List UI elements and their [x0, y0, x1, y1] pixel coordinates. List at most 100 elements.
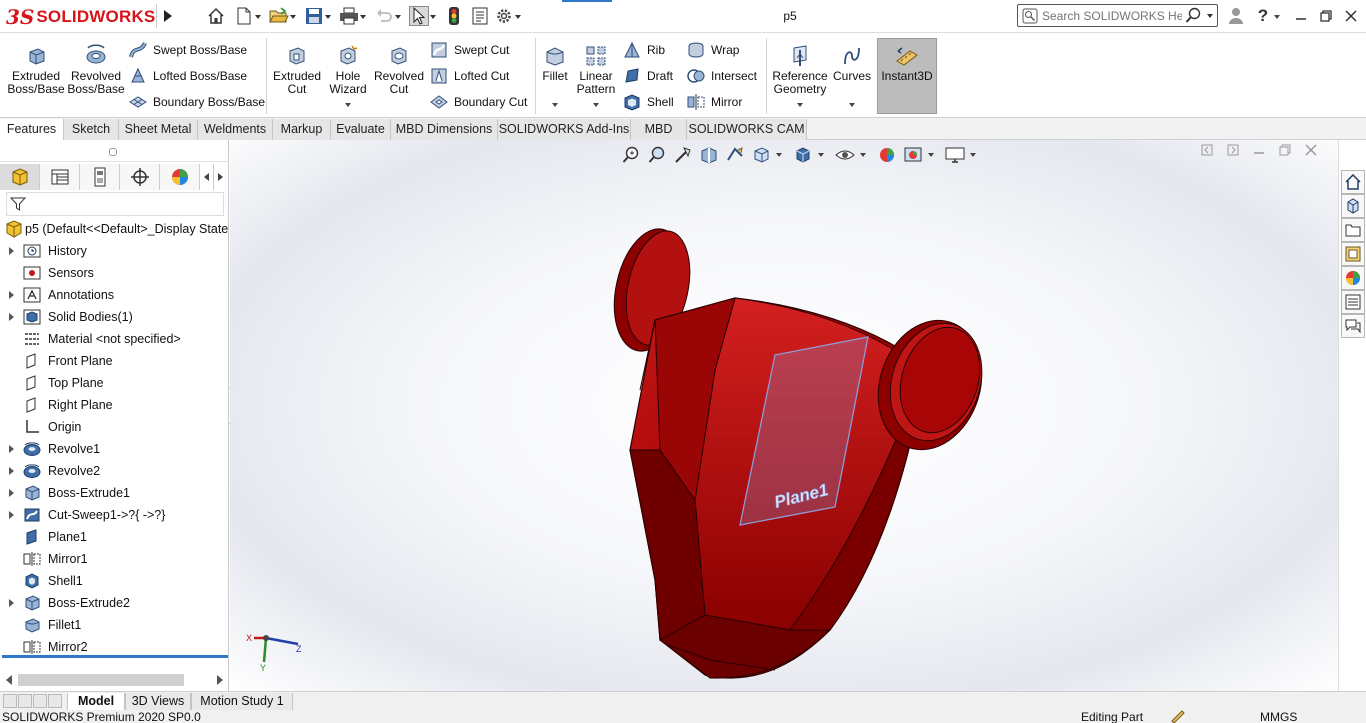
- edit-appearance-icon[interactable]: [876, 144, 898, 166]
- property-manager-tab-icon[interactable]: [40, 164, 80, 190]
- extruded-boss-button[interactable]: Extruded Boss/Base: [7, 44, 65, 96]
- swept-boss-button[interactable]: Swept Boss/Base: [128, 39, 247, 61]
- viewport-close-icon[interactable]: [1298, 140, 1324, 160]
- tab-sheet-metal[interactable]: Sheet Metal: [119, 119, 198, 140]
- tile-right-icon[interactable]: [1220, 140, 1246, 160]
- mirror-button[interactable]: Mirror: [686, 91, 742, 113]
- undo-dropdown[interactable]: [394, 6, 403, 26]
- tree-node[interactable]: Solid Bodies(1): [0, 306, 229, 328]
- expand-arrow-icon[interactable]: [0, 438, 22, 460]
- rib-button[interactable]: Rib: [622, 39, 665, 61]
- tree-node[interactable]: History: [0, 240, 229, 262]
- tree-node[interactable]: Boss-Extrude1: [0, 482, 229, 504]
- tree-node[interactable]: Fillet1: [0, 614, 229, 636]
- help-button[interactable]: ?: [1252, 6, 1274, 26]
- tree-node[interactable]: Annotations: [0, 284, 229, 306]
- apply-scene-icon[interactable]: [902, 144, 924, 166]
- tree-root[interactable]: p5 (Default<<Default>_Display State: [0, 218, 229, 240]
- view-settings-dropdown[interactable]: [970, 153, 976, 157]
- units-text[interactable]: MMGS: [1260, 710, 1297, 723]
- next-tab-arrow[interactable]: [33, 694, 47, 708]
- tree-node[interactable]: Sensors: [0, 262, 229, 284]
- instant3d-button[interactable]: Instant3D: [877, 38, 937, 114]
- expand-arrow-icon[interactable]: [0, 482, 22, 504]
- hole-wizard-button[interactable]: Hole Wizard: [326, 44, 370, 96]
- horizontal-scrollbar[interactable]: [0, 670, 229, 690]
- select-pointer-icon[interactable]: [409, 6, 429, 26]
- scroll-thumb[interactable]: [18, 674, 184, 686]
- search-input[interactable]: [1042, 7, 1182, 24]
- curves-dropdown[interactable]: [849, 103, 855, 107]
- boundary-cut-button[interactable]: Boundary Cut: [429, 91, 527, 113]
- reference-geometry-button[interactable]: Reference Geometry: [771, 44, 829, 96]
- tree-node[interactable]: Boss-Extrude2: [0, 592, 229, 614]
- open-dropdown[interactable]: [289, 6, 298, 26]
- tab-3d-views[interactable]: 3D Views: [125, 693, 191, 711]
- display-style-icon[interactable]: [792, 144, 814, 166]
- forum-icon[interactable]: [1341, 314, 1365, 338]
- tree-node[interactable]: Shell1: [0, 570, 229, 592]
- lofted-cut-button[interactable]: Lofted Cut: [429, 65, 509, 87]
- linear-pattern-dropdown[interactable]: [593, 103, 599, 107]
- save-icon[interactable]: [304, 6, 324, 26]
- new-document-icon[interactable]: [234, 6, 254, 26]
- hide-show-items-icon[interactable]: [834, 144, 856, 166]
- restore-icon[interactable]: [1315, 6, 1337, 26]
- expand-arrow-icon[interactable]: [0, 306, 22, 328]
- zoom-to-area-icon[interactable]: [646, 144, 668, 166]
- swept-cut-button[interactable]: Swept Cut: [429, 39, 509, 61]
- apply-scene-dropdown[interactable]: [928, 153, 934, 157]
- part-model[interactable]: Plane1: [600, 220, 1000, 690]
- expand-arrow-icon[interactable]: [0, 460, 22, 482]
- tab-features[interactable]: Features: [0, 119, 64, 140]
- custom-properties-icon[interactable]: [1341, 290, 1365, 314]
- undo-icon[interactable]: [374, 6, 394, 26]
- extruded-cut-button[interactable]: Extruded Cut: [272, 44, 322, 96]
- configuration-manager-tab-icon[interactable]: [80, 164, 120, 190]
- revolved-cut-button[interactable]: Revolved Cut: [374, 44, 424, 96]
- zoom-to-fit-icon[interactable]: [620, 144, 642, 166]
- panel-grip[interactable]: [0, 140, 229, 162]
- solidworks-resources-icon[interactable]: [1341, 170, 1365, 194]
- design-library-icon[interactable]: [1341, 194, 1365, 218]
- view-orientation-icon[interactable]: [750, 144, 772, 166]
- file-properties-icon[interactable]: [470, 6, 490, 26]
- view-settings-icon[interactable]: [944, 144, 966, 166]
- appearances-icon[interactable]: [1341, 266, 1365, 290]
- dimxpert-manager-tab-icon[interactable]: [120, 164, 160, 190]
- tree-node[interactable]: Mirror1: [0, 548, 229, 570]
- prev-tab-arrow[interactable]: [18, 694, 32, 708]
- hole-wizard-dropdown[interactable]: [345, 103, 351, 107]
- tab-mbd-dimensions[interactable]: MBD Dimensions: [391, 119, 498, 140]
- scroll-right-icon[interactable]: [217, 675, 223, 685]
- tree-node[interactable]: Front Plane: [0, 350, 229, 372]
- tree-node[interactable]: Plane1: [0, 526, 229, 548]
- scroll-left-icon[interactable]: [6, 675, 12, 685]
- tile-left-icon[interactable]: [1194, 140, 1220, 160]
- view-orientation-dropdown[interactable]: [776, 153, 782, 157]
- save-dropdown[interactable]: [324, 6, 333, 26]
- tab-model[interactable]: Model: [67, 693, 125, 711]
- tabs-scroll-left[interactable]: [200, 164, 214, 190]
- new-dropdown[interactable]: [254, 6, 263, 26]
- tabs-scroll-right[interactable]: [214, 164, 228, 190]
- select-dropdown[interactable]: [429, 6, 438, 26]
- intersect-button[interactable]: Intersect: [686, 65, 757, 87]
- display-style-dropdown[interactable]: [818, 153, 824, 157]
- close-icon[interactable]: [1340, 6, 1362, 26]
- display-manager-tab-icon[interactable]: [160, 164, 200, 190]
- tree-node[interactable]: Revolve1: [0, 438, 229, 460]
- shell-button[interactable]: Shell: [622, 91, 674, 113]
- wrap-button[interactable]: Wrap: [686, 39, 739, 61]
- filter-bar[interactable]: [6, 192, 224, 216]
- expand-arrow-icon[interactable]: [0, 592, 22, 614]
- magnifier-icon[interactable]: [1185, 7, 1201, 27]
- expand-arrow-icon[interactable]: [0, 284, 22, 306]
- dynamic-annotation-views-icon[interactable]: [724, 144, 746, 166]
- file-explorer-icon[interactable]: [1341, 218, 1365, 242]
- expand-arrow-icon[interactable]: [0, 240, 22, 262]
- open-icon[interactable]: [269, 6, 289, 26]
- tree-node[interactable]: Right Plane: [0, 394, 229, 416]
- rebuild-status-icon[interactable]: [1170, 710, 1186, 723]
- graphics-area[interactable]: Plane1 X Z Y: [230, 140, 1338, 691]
